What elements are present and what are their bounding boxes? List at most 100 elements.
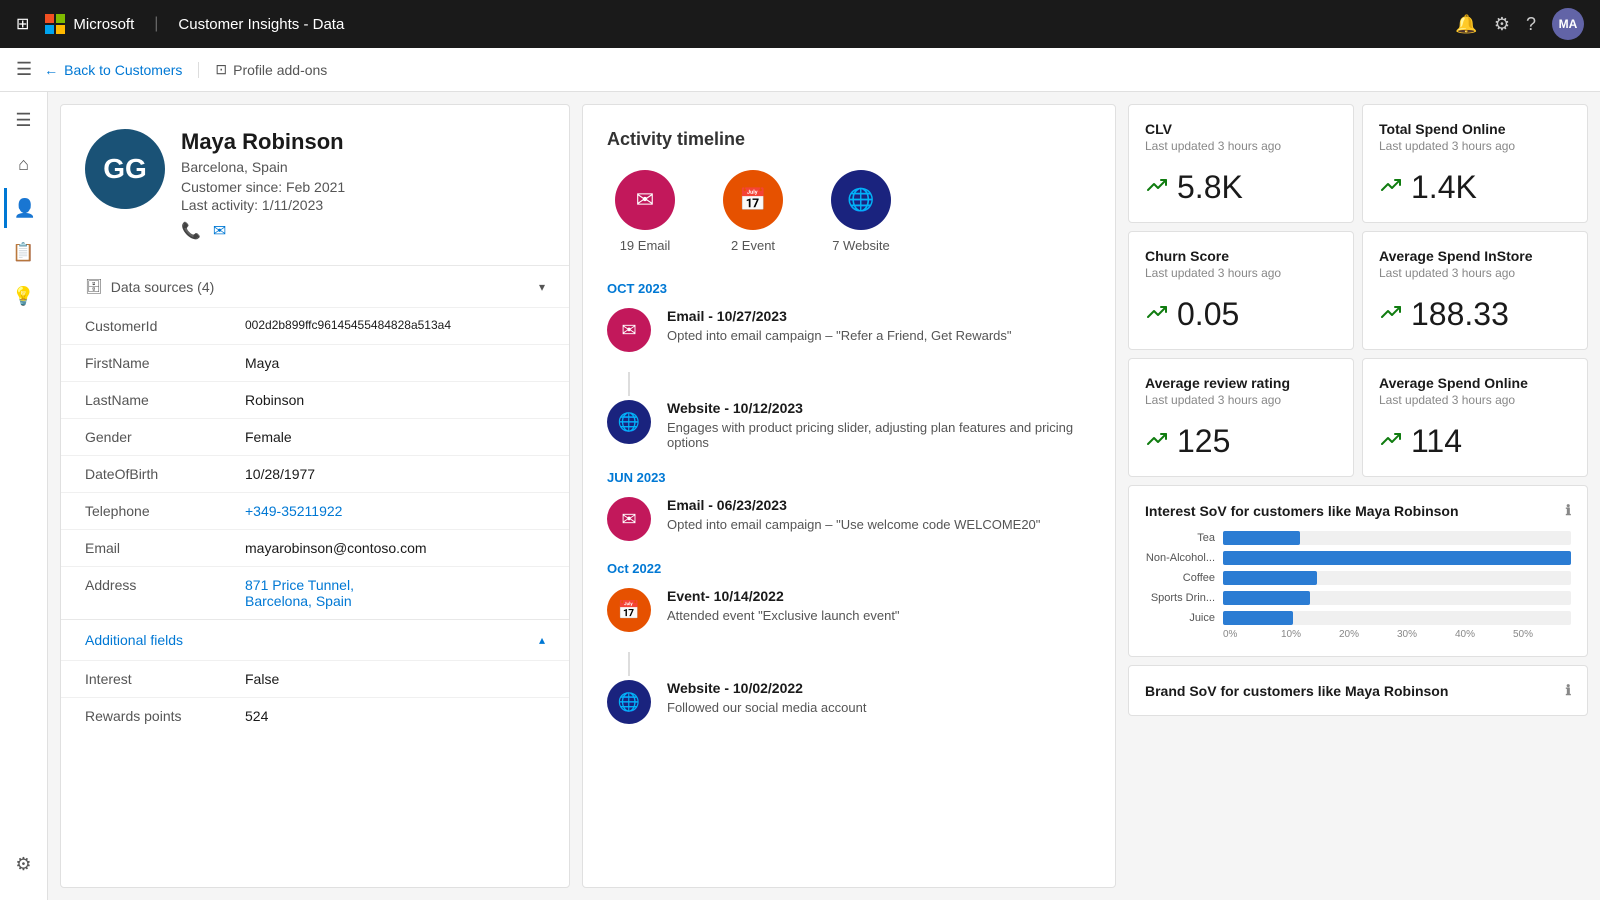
data-sources-label: Data sources (4) <box>111 279 214 295</box>
right-panel: CLV Last updated 3 hours ago 5.8K Total … <box>1128 104 1588 888</box>
field-row: Gender Female <box>61 418 569 455</box>
kpi-clv: CLV Last updated 3 hours ago 5.8K <box>1128 104 1354 223</box>
topbar-actions: 🔔 ⚙ ? MA <box>1455 8 1584 40</box>
additional-fields-header[interactable]: Additional fields ▴ <box>61 619 569 660</box>
timeline-item: 🌐 Website - 10/02/2022 Followed our soci… <box>607 680 1091 724</box>
email-icon[interactable]: ✉ <box>213 221 226 241</box>
microsoft-logo <box>45 14 65 34</box>
website-summary: 🌐 7 Website <box>831 170 891 253</box>
event-title: Email - 06/23/2023 <box>667 497 1091 513</box>
sidebar-item-menu[interactable]: ☰ <box>4 100 44 140</box>
profile-info: Maya Robinson Barcelona, Spain Customer … <box>181 129 345 241</box>
hamburger-icon[interactable]: ☰ <box>16 59 32 80</box>
email-icon-circle: ✉ <box>615 170 675 230</box>
event-desc: Attended event "Exclusive launch event" <box>667 608 1091 623</box>
telephone-link[interactable]: +349-35211922 <box>245 503 545 519</box>
address-link[interactable]: 871 Price Tunnel,Barcelona, Spain <box>245 577 545 609</box>
timeline-section-oct2023: OCT 2023 <box>607 281 1091 296</box>
clv-value: 5.8K <box>1177 169 1243 206</box>
email-summary: ✉ 19 Email <box>615 170 675 253</box>
field-row-telephone: Telephone +349-35211922 <box>61 492 569 529</box>
bar-row-coffee: Coffee <box>1145 571 1571 585</box>
field-row: DateOfBirth 10/28/1977 <box>61 455 569 492</box>
field-row-email: Email mayarobinson@contoso.com <box>61 529 569 566</box>
topbar: ⊞ Microsoft | Customer Insights - Data 🔔… <box>0 0 1600 48</box>
field-row-rewards: Rewards points 524 <box>61 697 569 734</box>
timeline-section-oct2022: Oct 2022 <box>607 561 1091 576</box>
main-layout: ☰ ⌂ 👤 📋 💡 ⚙ GG Maya Robinson Barcelona, … <box>0 92 1600 900</box>
sidebar-item-home[interactable]: ⌂ <box>4 144 44 184</box>
company-name: Microsoft <box>73 16 134 33</box>
bar-row-sportsdrin: Sports Drin... <box>1145 591 1571 605</box>
phone-icon[interactable]: 📞 <box>181 221 201 241</box>
help-icon[interactable]: ? <box>1526 14 1536 35</box>
timeline-item: 🌐 Website - 10/12/2023 Engages with prod… <box>607 400 1091 450</box>
customer-since: Customer since: Feb 2021 <box>181 179 345 195</box>
trend-up-icon <box>1379 300 1403 330</box>
avatar[interactable]: MA <box>1552 8 1584 40</box>
field-row: FirstName Maya <box>61 344 569 381</box>
settings-icon[interactable]: ⚙ <box>1494 14 1510 35</box>
sidebar: ☰ ⌂ 👤 📋 💡 ⚙ <box>0 92 48 900</box>
customer-avatar: GG <box>85 129 165 209</box>
subnav: ☰ ← Back to Customers ⊡ Profile add-ons <box>0 48 1600 92</box>
customer-profile-panel: GG Maya Robinson Barcelona, Spain Custom… <box>60 104 570 888</box>
brand-chart-title: Brand SoV for customers like Maya Robins… <box>1145 683 1448 699</box>
profile-addons-link[interactable]: ⊡ Profile add-ons <box>199 61 327 78</box>
contact-icons: 📞 ✉ <box>181 221 345 241</box>
bar-fill-tea <box>1223 531 1300 545</box>
email-dot: ✉ <box>607 308 651 352</box>
bell-icon[interactable]: 🔔 <box>1455 14 1477 35</box>
chart-info-icon[interactable]: ℹ <box>1566 502 1571 519</box>
email-dot: ✉ <box>607 497 651 541</box>
trend-up-icon <box>1379 173 1403 203</box>
sidebar-item-customers[interactable]: 👤 <box>4 188 44 228</box>
trend-up-icon <box>1379 427 1403 457</box>
sidebar-item-insights[interactable]: 💡 <box>4 276 44 316</box>
event-title: Event- 10/14/2022 <box>667 588 1091 604</box>
website-count: 7 Website <box>832 238 890 253</box>
kpi-avg-spend-online: Average Spend Online Last updated 3 hour… <box>1362 358 1588 477</box>
fields-table: CustomerId 002d2b899ffc96145455484828a51… <box>61 307 569 619</box>
event-icon-circle: 📅 <box>723 170 783 230</box>
customer-name: Maya Robinson <box>181 129 345 155</box>
sidebar-item-segments[interactable]: 📋 <box>4 232 44 272</box>
churn-value: 0.05 <box>1177 296 1239 333</box>
back-arrow-icon: ← <box>44 62 58 78</box>
timeline-item: ✉ Email - 10/27/2023 Opted into email ca… <box>607 308 1091 352</box>
website-dot: 🌐 <box>607 400 651 444</box>
kpi-row-3: Average review rating Last updated 3 hou… <box>1128 358 1588 477</box>
kpi-total-spend-online: Total Spend Online Last updated 3 hours … <box>1362 104 1588 223</box>
event-title: Email - 10/27/2023 <box>667 308 1091 324</box>
grid-icon[interactable]: ⊞ <box>16 14 29 34</box>
trend-up-icon <box>1145 173 1169 203</box>
activity-timeline-panel: Activity timeline ✉ 19 Email 📅 2 Event 🌐… <box>582 104 1116 888</box>
bar-row-juice: Juice <box>1145 611 1571 625</box>
interest-chart-title: Interest SoV for customers like Maya Rob… <box>1145 503 1459 519</box>
event-title: Website - 10/12/2023 <box>667 400 1091 416</box>
brand-sov-panel: Brand SoV for customers like Maya Robins… <box>1128 665 1588 716</box>
field-row-interest: Interest False <box>61 660 569 697</box>
trend-up-icon <box>1145 300 1169 330</box>
back-to-customers[interactable]: ← Back to Customers <box>44 62 199 78</box>
sidebar-item-settings[interactable]: ⚙ <box>4 844 44 884</box>
kpi-row-1: CLV Last updated 3 hours ago 5.8K Total … <box>1128 104 1588 223</box>
brand-info-icon[interactable]: ℹ <box>1566 682 1571 699</box>
timeline-item: ✉ Email - 06/23/2023 Opted into email ca… <box>607 497 1091 541</box>
event-desc: Followed our social media account <box>667 700 1091 715</box>
email-count: 19 Email <box>620 238 671 253</box>
avg-spend-instore-value: 188.33 <box>1411 296 1509 333</box>
additional-fields-label: Additional fields <box>85 632 183 648</box>
content-area: GG Maya Robinson Barcelona, Spain Custom… <box>48 92 1600 900</box>
website-icon-circle: 🌐 <box>831 170 891 230</box>
trend-up-icon <box>1145 427 1169 457</box>
customer-last-activity: Last activity: 1/11/2023 <box>181 197 345 213</box>
timeline-section-jun2023: JUN 2023 <box>607 470 1091 485</box>
field-row: LastName Robinson <box>61 381 569 418</box>
event-desc: Opted into email campaign – "Refer a Fri… <box>667 328 1091 343</box>
data-sources-header[interactable]: 🗄 Data sources (4) ▾ <box>61 265 569 307</box>
kpi-avg-review-rating: Average review rating Last updated 3 hou… <box>1128 358 1354 477</box>
timeline-title: Activity timeline <box>607 129 1091 150</box>
field-row-address: Address 871 Price Tunnel,Barcelona, Spai… <box>61 566 569 619</box>
total-spend-value: 1.4K <box>1411 169 1477 206</box>
